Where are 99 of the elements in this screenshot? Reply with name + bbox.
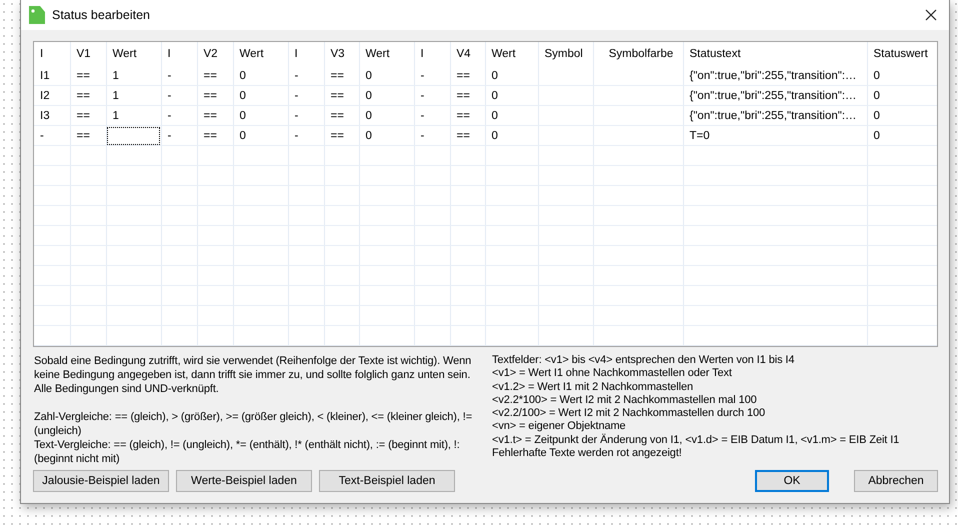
table-cell[interactable]: == (450, 66, 485, 86)
column-header[interactable]: Symbol (538, 42, 593, 66)
help-text: Text-Vergleiche: == (gleich), != (ungleich), *= (enthält), !* (enthält nicht), := (beginnt mit), !: (beginnt nicht mit) (34, 438, 461, 466)
table-cell[interactable]: - (161, 86, 197, 106)
table-cell[interactable]: 0 (867, 126, 937, 146)
table-cell[interactable]: - (161, 126, 197, 146)
table-cell[interactable]: I1 (34, 66, 70, 86)
table-cell[interactable]: 1 (106, 66, 161, 86)
table-cell[interactable]: 0 (233, 106, 288, 126)
help-text: <vn> = eigener Objektname (492, 420, 627, 434)
table-cell[interactable]: - (414, 86, 450, 106)
table-cell[interactable] (593, 106, 683, 126)
table-cell[interactable]: - (414, 106, 450, 126)
table-cell[interactable]: == (324, 126, 359, 146)
column-header[interactable]: I (414, 42, 450, 66)
table-cell[interactable]: 0 (867, 66, 937, 86)
table-cell[interactable] (593, 66, 683, 86)
table-cell[interactable]: 0 (359, 66, 414, 86)
table-cell[interactable]: == (324, 106, 359, 126)
table-cell[interactable]: 0 (867, 86, 937, 106)
load-example-button[interactable]: Text-Beispiel laden (319, 470, 455, 492)
table-cell[interactable]: - (288, 86, 324, 106)
table-cell[interactable]: 0 (485, 66, 538, 86)
table-cell[interactable]: == (450, 86, 485, 106)
table-cell[interactable]: I3 (34, 106, 70, 126)
column-header[interactable]: V2 (197, 42, 233, 66)
column-header[interactable]: Wert (233, 42, 288, 66)
app-icon (29, 6, 45, 24)
table-cell[interactable]: == (70, 106, 106, 126)
table-cell[interactable] (593, 86, 683, 106)
cancel-button[interactable]: Abbrechen (854, 470, 938, 492)
table-cell[interactable]: 1 (106, 86, 161, 106)
help-text: <v1.t> = Zeitpunkt der Änderung von I1, <v1.d> = EIB Datum I1, <v1.m> = EIB Zeit I1 (492, 434, 900, 448)
table-cell[interactable] (593, 126, 683, 146)
column-header[interactable]: Wert (359, 42, 414, 66)
close-icon[interactable] (925, 9, 937, 21)
table-cell[interactable]: == (450, 106, 485, 126)
table-cell[interactable]: == (70, 86, 106, 106)
column-header[interactable]: Statustext (683, 42, 867, 66)
table-cell[interactable]: == (324, 86, 359, 106)
table-cell[interactable]: == (197, 106, 233, 126)
table-cell[interactable] (538, 66, 593, 86)
table-cell[interactable]: == (197, 86, 233, 106)
table-cell[interactable]: 0 (233, 126, 288, 146)
table-cell[interactable]: {"on":true,"bri":255,"transition":… (683, 106, 867, 126)
table-cell[interactable]: 0 (233, 86, 288, 106)
table-cell[interactable]: - (288, 66, 324, 86)
help-text: <v2.2/100> = Wert I2 mit 2 Nachkommastellen durch 100 (492, 407, 766, 420)
table-cell[interactable]: - (414, 66, 450, 86)
table-cell[interactable]: == (324, 66, 359, 86)
table-cell[interactable]: {"on":true,"bri":255,"transition":… (683, 86, 867, 106)
column-header[interactable]: V4 (450, 42, 485, 66)
help-text: Textfelder: <v1> bis <v4> entsprechen den Werten von I1 bis I4 (492, 354, 796, 368)
ok-button[interactable]: OK (755, 470, 829, 492)
table-cell[interactable] (538, 126, 593, 146)
column-header[interactable]: I (161, 42, 197, 66)
table-cell[interactable]: 0 (867, 106, 937, 126)
table-cell[interactable]: - (34, 126, 70, 146)
table-cell[interactable]: 0 (359, 106, 414, 126)
help-text: <v2.2*100> = Wert I2 mit 2 Nachkommastellen mal 100 (492, 394, 758, 408)
help-text: Fehlerhafte Texte werden rot angezeigt! (492, 447, 683, 460)
table-cell[interactable]: 0 (485, 86, 538, 106)
table-cell[interactable]: 0 (359, 126, 414, 146)
load-example-button[interactable]: Jalousie-Beispiel laden (33, 470, 169, 492)
column-header[interactable]: Wert (485, 42, 538, 66)
help-text: Zahl-Vergleiche: == (gleich), > (größer), >= (größer gleich), < (kleiner), <= (kleiner gleich), != (ungleich) (34, 410, 474, 438)
table-cell[interactable]: {"on":true,"bri":255,"transition":… (683, 66, 867, 86)
table-cell[interactable]: I2 (34, 86, 70, 106)
table-cell[interactable] (538, 106, 593, 126)
column-header[interactable]: Symbolfarbe (593, 42, 683, 66)
column-header[interactable]: V1 (70, 42, 106, 66)
column-header[interactable]: I (288, 42, 324, 66)
table-cell[interactable]: == (197, 66, 233, 86)
table-cell[interactable]: 0 (485, 126, 538, 146)
help-text: <v1> = Wert I1 ohne Nachkommastellen oder Text (492, 367, 733, 381)
table-cell[interactable]: - (414, 126, 450, 146)
table-cell[interactable]: - (288, 126, 324, 146)
column-header[interactable]: I (34, 42, 70, 66)
column-header[interactable]: Wert (106, 42, 161, 66)
window-title: Status bearbeiten (52, 8, 151, 22)
table-cell[interactable]: - (161, 106, 197, 126)
load-example-button[interactable]: Werte-Beispiel laden (176, 470, 312, 492)
table-cell[interactable]: == (70, 66, 106, 86)
table-cell[interactable]: == (197, 126, 233, 146)
table-cell[interactable]: == (70, 126, 106, 146)
table-cell[interactable]: T=0 (683, 126, 867, 146)
column-header[interactable]: V3 (324, 42, 359, 66)
table-cell[interactable]: 1 (106, 106, 161, 126)
help-text: <v1.2> = Wert I1 mit 2 Nachkommastellen (492, 380, 694, 394)
table-cell[interactable] (538, 86, 593, 106)
table-cell[interactable]: - (288, 106, 324, 126)
table-cell[interactable]: 0 (485, 106, 538, 126)
table-cell[interactable]: == (450, 126, 485, 146)
column-header[interactable]: Statuswert (867, 42, 937, 66)
table-cell[interactable]: 0 (359, 86, 414, 106)
table-cell[interactable]: - (161, 66, 197, 86)
table-cell[interactable] (106, 126, 161, 146)
table-cell[interactable]: 0 (233, 66, 288, 86)
help-text: Sobald eine Bedingung zutrifft, wird sie verwendet (Reihenfolge der Texte ist wichtig). Wenn keine Bedingung angegeben ist, dann trifft sie immer zu, und sollte folglich ganz unten sein. Alle Bedingungen sind UND-verknüpft. (34, 354, 472, 396)
